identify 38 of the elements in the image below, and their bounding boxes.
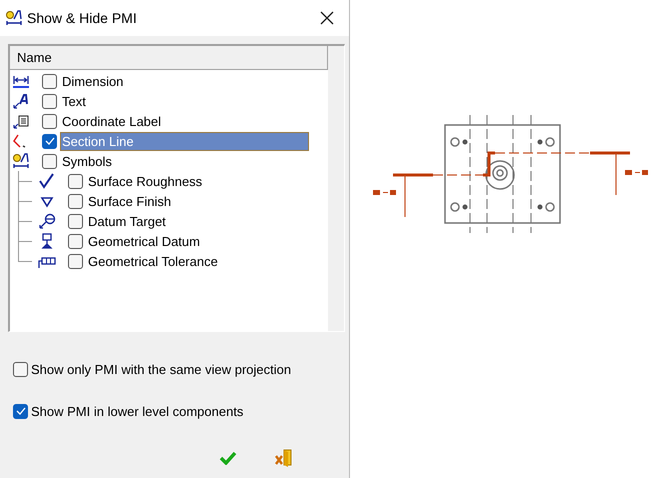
text-icon — [12, 93, 30, 109]
checkbox[interactable] — [68, 234, 83, 248]
checkbox[interactable] — [13, 404, 28, 419]
tree-item[interactable]: Section Line — [60, 132, 309, 150]
tree-item[interactable]: Text — [60, 92, 88, 110]
checkbox[interactable] — [42, 154, 57, 168]
tree-item[interactable]: Geometrical Datum — [86, 232, 202, 250]
window-title: Show & Hide PMI — [27, 8, 137, 28]
checkbox[interactable] — [42, 134, 57, 148]
checkbox[interactable] — [68, 194, 83, 208]
tree-item[interactable]: Surface Roughness — [86, 172, 204, 190]
check-icon — [44, 137, 54, 145]
symbols-icon — [5, 10, 23, 26]
datum-target-icon — [38, 213, 56, 229]
option-label: Show PMI in lower level components — [31, 402, 244, 421]
tree-item[interactable]: Coordinate Label — [60, 112, 164, 130]
checkbox[interactable] — [42, 94, 57, 108]
tree-item[interactable]: Datum Target — [86, 212, 168, 230]
column-header[interactable]: Name — [10, 46, 328, 70]
checkbox[interactable] — [42, 114, 57, 128]
checkbox[interactable] — [68, 254, 83, 268]
tree-item[interactable]: Geometrical Tolerance — [86, 252, 220, 270]
option-label: Show only PMI with the same view projection — [31, 361, 292, 379]
checkbox[interactable] — [68, 174, 83, 188]
checkbox[interactable] — [68, 214, 83, 228]
symbols-icon — [12, 153, 30, 169]
close-icon — [320, 11, 334, 25]
surface-roughness-icon — [38, 173, 56, 189]
dimension-icon — [12, 73, 30, 89]
check-icon — [16, 407, 26, 416]
tree-item[interactable]: Dimension — [60, 72, 126, 90]
checkbox[interactable] — [13, 362, 28, 378]
tree-item[interactable]: Symbols — [60, 152, 114, 170]
coordinate-label-icon — [12, 113, 30, 129]
check-icon — [219, 451, 237, 465]
tree-item[interactable]: Surface Finish — [86, 192, 174, 210]
checkbox[interactable] — [42, 74, 57, 88]
exit-door-icon — [274, 449, 294, 467]
